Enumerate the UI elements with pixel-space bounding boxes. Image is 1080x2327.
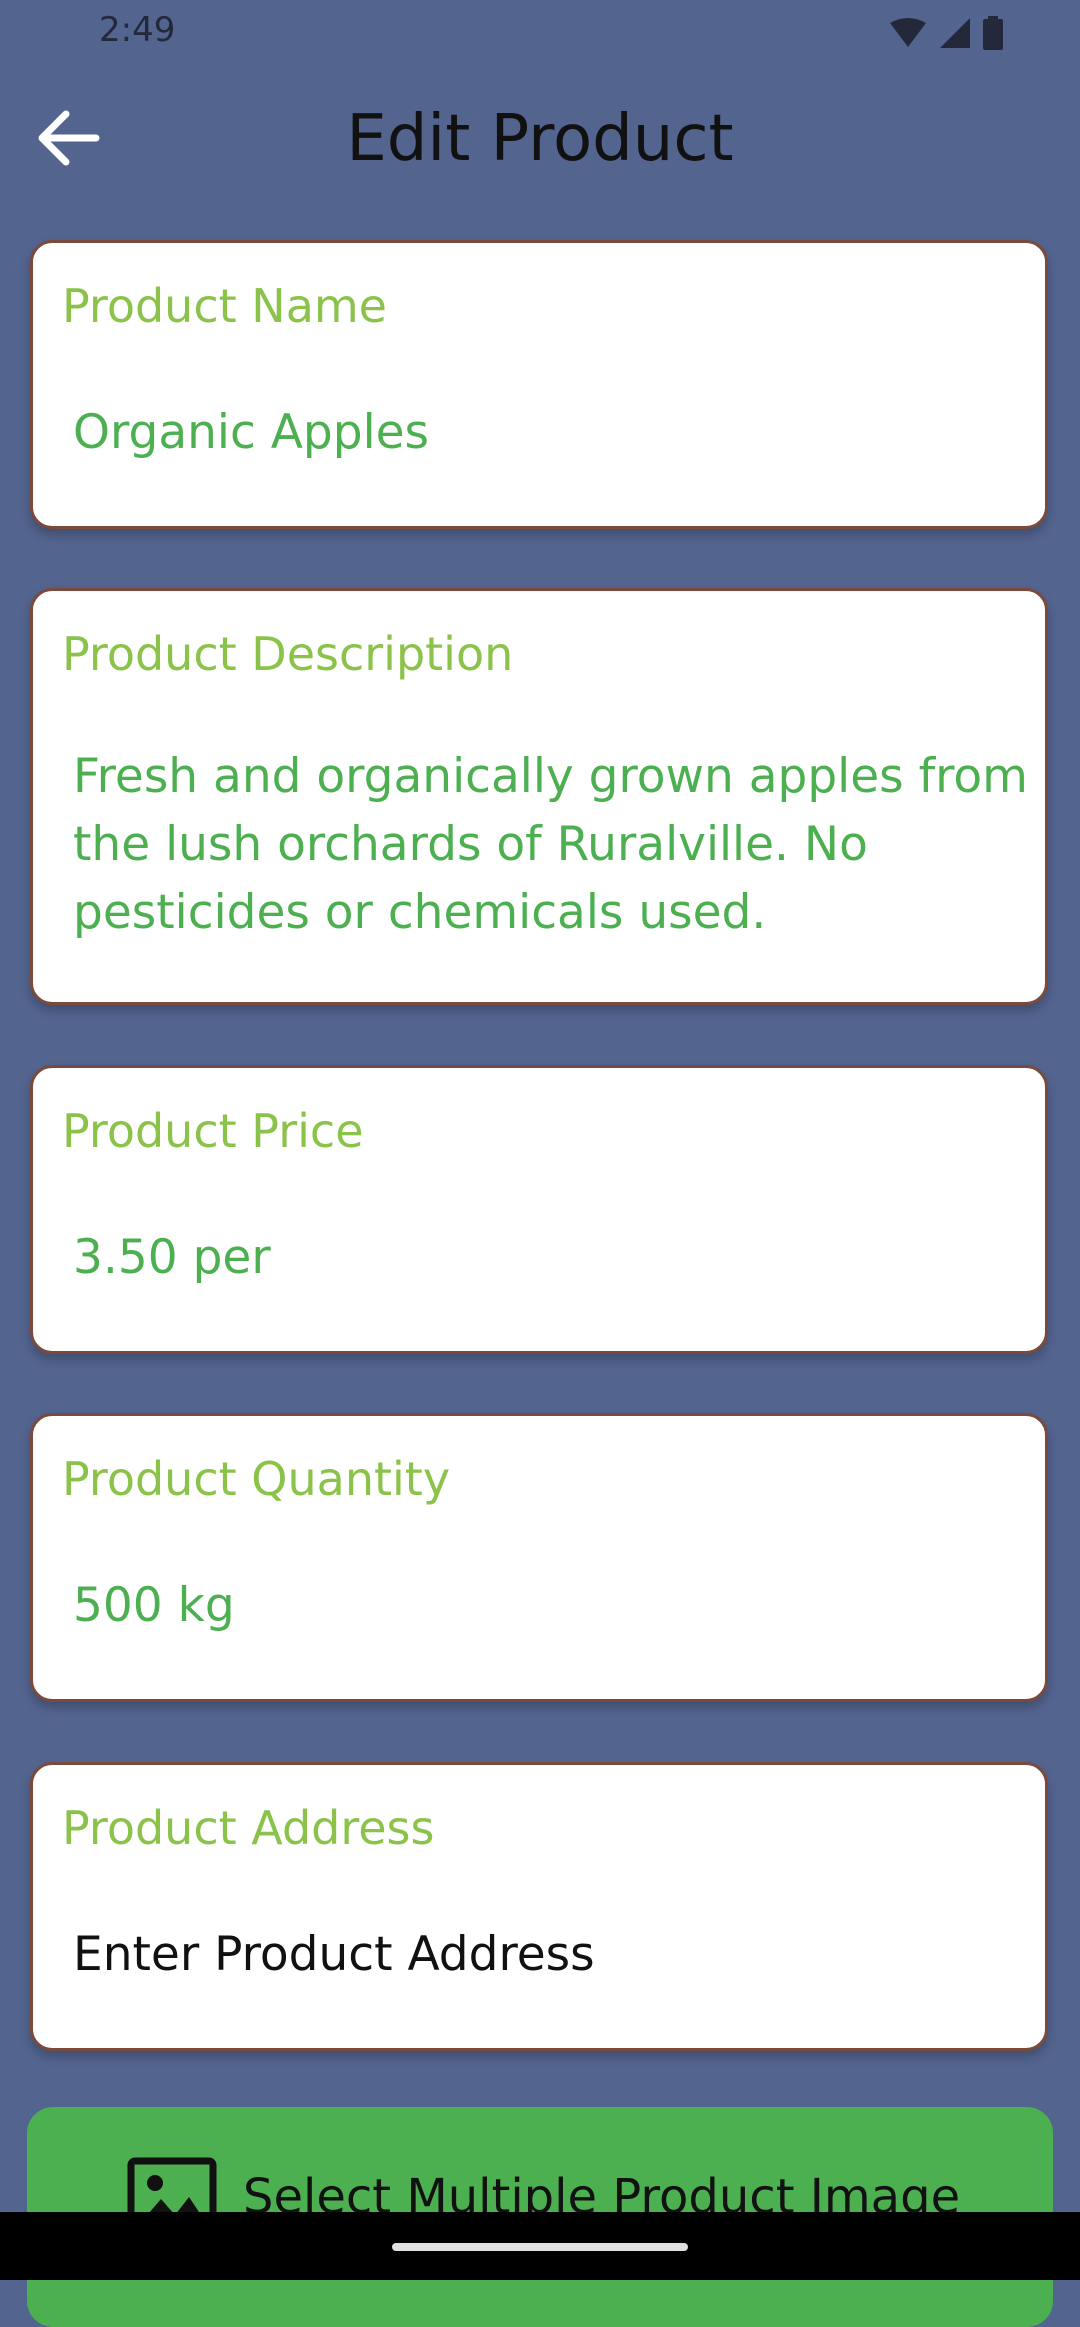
status-time: 2:49 (99, 10, 176, 50)
product-price-field[interactable]: Product Price 3.50 per (30, 1065, 1048, 1354)
product-description-field[interactable]: Product Description Fresh and organicall… (30, 588, 1048, 1005)
status-icons (888, 16, 1004, 50)
product-quantity-input[interactable]: 500 kg (73, 1572, 235, 1640)
home-gesture-handle[interactable] (392, 2243, 688, 2251)
battery-icon (983, 16, 1003, 50)
system-nav-bar (0, 2212, 1080, 2280)
product-address-input[interactable]: Enter Product Address (73, 1921, 595, 1989)
app-bar: Edit Product (0, 66, 1080, 216)
product-quantity-label: Product Quantity (62, 1452, 451, 1506)
wifi-icon (890, 18, 926, 47)
product-address-label: Product Address (62, 1801, 435, 1855)
product-description-input[interactable]: Fresh and organically grown apples from … (73, 743, 1033, 947)
product-name-field[interactable]: Product Name Organic Apples (30, 240, 1048, 529)
status-bar: 2:49 (0, 0, 1080, 66)
product-price-label: Product Price (62, 1104, 364, 1158)
cell-signal-icon (940, 18, 970, 48)
product-description-label: Product Description (62, 627, 514, 681)
product-address-field[interactable]: Product Address Enter Product Address (30, 1762, 1048, 2051)
product-quantity-field[interactable]: Product Quantity 500 kg (30, 1413, 1048, 1702)
page-title: Edit Product (346, 102, 734, 176)
product-name-label: Product Name (62, 279, 387, 333)
product-name-input[interactable]: Organic Apples (73, 399, 429, 467)
product-price-input[interactable]: 3.50 per (73, 1224, 271, 1292)
